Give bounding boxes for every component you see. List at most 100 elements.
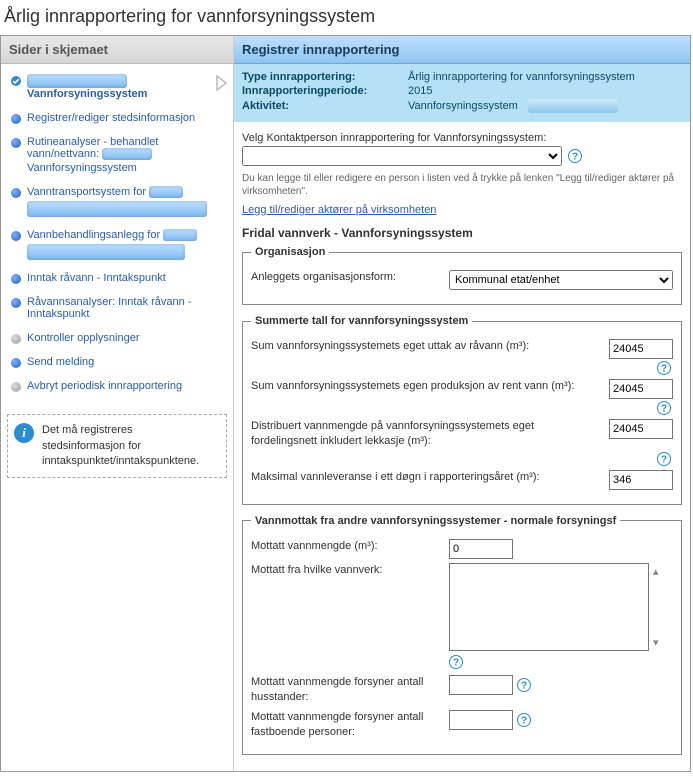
sidebar-item-label[interactable]: Kontroller opplysninger <box>27 332 140 344</box>
organisation-legend: Organisasjon <box>251 246 329 258</box>
svg-text:?: ? <box>521 680 527 691</box>
organisation-fieldset: Organisasjon Anleggets organisasjonsform… <box>242 246 682 305</box>
contact-label: Velg Kontaktperson innrapportering for V… <box>242 132 682 144</box>
sidebar-header: Sider i skjemaet <box>1 36 233 64</box>
contact-hint: Du kan legge til eller redigere en perso… <box>242 172 682 198</box>
bullet-icon <box>11 298 21 308</box>
help-icon[interactable]: ? <box>517 713 531 727</box>
meta-value: Årlig innrapportering for vannforsynings… <box>408 71 635 83</box>
main-header: Registrer innrapportering <box>234 36 690 64</box>
sidebar: Sider i skjemaet Vannforsyningssystem Re… <box>1 36 234 771</box>
info-text: Det må registreres stedsinformasjon for … <box>42 424 199 467</box>
main: Registrer innrapportering Type innrappor… <box>234 36 690 771</box>
redacted-text <box>27 201 207 217</box>
bullet-icon <box>11 382 21 392</box>
vannmottak-legend: Vannmottak fra andre vannforsyningssyste… <box>251 515 620 527</box>
redacted-text <box>27 244 185 260</box>
sum-label: Distribuert vannmengde på vannforsynings… <box>251 419 601 450</box>
sidebar-item-label[interactable]: Vannbehandlingsanlegg for <box>27 229 160 241</box>
sidebar-item-vannbehandlingsanlegg[interactable]: Vannbehandlingsanlegg for <box>9 223 231 266</box>
chevron-right-icon <box>215 75 229 94</box>
redacted-text <box>149 186 183 198</box>
sum-label: Sum vannforsyningssystemets egen produks… <box>251 379 601 394</box>
mottak-label: Mottatt fra hvilke vannverk: <box>251 563 441 578</box>
sidebar-item-label[interactable]: Vanntransportsystem for <box>27 186 146 198</box>
sidebar-item-vanntransportsystem[interactable]: Vanntransportsystem for <box>9 180 231 223</box>
sidebar-item-vannforsyningssystem[interactable]: Vannforsyningssystem <box>9 68 231 106</box>
check-icon <box>11 76 21 86</box>
summerte-legend: Summerte tall for vannforsyningssystem <box>251 315 472 327</box>
page-title: Årlig innrapportering for vannforsynings… <box>0 0 693 35</box>
form-container: Sider i skjemaet Vannforsyningssystem Re… <box>0 35 691 772</box>
help-icon[interactable]: ? <box>449 655 463 669</box>
subhead: Fridal vannverk - Vannforsyningssystem <box>242 226 682 240</box>
svg-text:?: ? <box>521 715 527 726</box>
help-icon[interactable]: ? <box>657 361 671 375</box>
sidebar-item-label[interactable]: Registrer/rediger stedsinformasjon <box>27 112 195 124</box>
svg-text:?: ? <box>572 152 578 163</box>
meta-key: Aktivitet: <box>242 100 402 112</box>
sum-produksjon-input[interactable] <box>609 379 673 399</box>
bullet-icon <box>11 274 21 284</box>
mottak-label: Mottatt vannmengde (m³): <box>251 539 441 554</box>
redacted-text <box>27 74 127 88</box>
mottatt-mengde-input[interactable] <box>449 539 513 559</box>
mottatt-fra-textarea[interactable] <box>449 563 649 651</box>
svg-text:?: ? <box>661 454 667 465</box>
sidebar-item-sublabel[interactable]: Vannforsyningssystem <box>27 162 137 174</box>
sum-label: Sum vannforsyningssystemets eget uttak a… <box>251 339 601 354</box>
sidebar-list: Vannforsyningssystem Registrer/rediger s… <box>1 64 233 406</box>
help-icon[interactable]: ? <box>517 678 531 692</box>
help-icon[interactable]: ? <box>657 401 671 415</box>
sidebar-item-label[interactable]: Vannforsyningssystem <box>27 88 147 100</box>
sidebar-item-inntak-ravann[interactable]: Inntak råvann - Inntakspunkt <box>9 266 231 290</box>
meta-value: Vannforsyningssystem <box>408 100 518 112</box>
svg-text:?: ? <box>661 404 667 415</box>
bullet-icon <box>11 114 21 124</box>
summerte-fieldset: Summerte tall for vannforsyningssystem S… <box>242 315 682 505</box>
redacted-text <box>102 148 152 160</box>
sidebar-item-label[interactable]: Inntak råvann - Inntakspunkt <box>27 272 166 284</box>
meta-box: Type innrapportering: Årlig innrapporteri… <box>234 64 690 122</box>
bullet-icon <box>11 231 21 241</box>
sidebar-item-label[interactable]: Råvannsanalyser: Inntak råvann - Inntaks… <box>27 296 229 320</box>
sidebar-item-ravannsanalyser[interactable]: Råvannsanalyser: Inntak råvann - Inntaks… <box>9 290 231 326</box>
mottak-label: Mottatt vannmengde forsyner antall husst… <box>251 675 441 706</box>
help-icon[interactable]: ? <box>657 452 671 466</box>
mottatt-husstander-input[interactable] <box>449 675 513 695</box>
sidebar-item-label[interactable]: Avbryt periodisk innrapportering <box>27 380 182 392</box>
meta-key: Type innrapportering: <box>242 71 402 83</box>
org-select[interactable]: Kommunal etat/enhet <box>449 270 673 290</box>
svg-text:?: ? <box>453 657 459 668</box>
vannmottak-fieldset: Vannmottak fra andre vannforsyningssyste… <box>242 515 682 756</box>
redacted-text <box>528 99 618 113</box>
sum-label: Maksimal vannleveranse i ett døgn i rapp… <box>251 470 601 485</box>
sidebar-item-label[interactable]: Send melding <box>27 356 94 368</box>
redacted-text <box>163 229 197 241</box>
info-icon: i <box>14 423 34 443</box>
meta-value: 2015 <box>408 85 432 97</box>
bullet-icon <box>11 334 21 344</box>
org-label: Anleggets organisasjonsform: <box>251 270 441 285</box>
scrollbar[interactable]: ▴ ▾ <box>653 563 659 651</box>
sum-maksimal-input[interactable] <box>609 470 673 490</box>
svg-text:?: ? <box>661 364 667 375</box>
mottak-label: Mottatt vannmengde forsyner antall fastb… <box>251 710 441 741</box>
sidebar-item-stedsinformasjon[interactable]: Registrer/rediger stedsinformasjon <box>9 106 231 130</box>
sidebar-item-kontroller[interactable]: Kontroller opplysninger <box>9 326 231 350</box>
bullet-icon <box>11 358 21 368</box>
chevron-up-icon[interactable]: ▴ <box>653 565 659 578</box>
sum-distribuert-input[interactable] <box>609 419 673 439</box>
help-icon[interactable]: ? <box>568 149 582 163</box>
sidebar-item-send-melding[interactable]: Send melding <box>9 350 231 374</box>
sum-uttak-input[interactable] <box>609 339 673 359</box>
mottatt-personer-input[interactable] <box>449 710 513 730</box>
sidebar-item-rutineanalyser[interactable]: Rutineanalyser - behandlet vann/nettvann… <box>9 130 231 180</box>
meta-key: Innrapporteringperiode: <box>242 85 402 97</box>
chevron-down-icon[interactable]: ▾ <box>653 636 659 649</box>
bullet-icon <box>11 188 21 198</box>
contact-select[interactable] <box>242 146 562 166</box>
info-box: i Det må registreres stedsinformasjon fo… <box>7 414 227 478</box>
sidebar-item-avbryt[interactable]: Avbryt periodisk innrapportering <box>9 374 231 398</box>
edit-actors-link[interactable]: Legg til/rediger aktører på virksomheten <box>242 204 436 216</box>
